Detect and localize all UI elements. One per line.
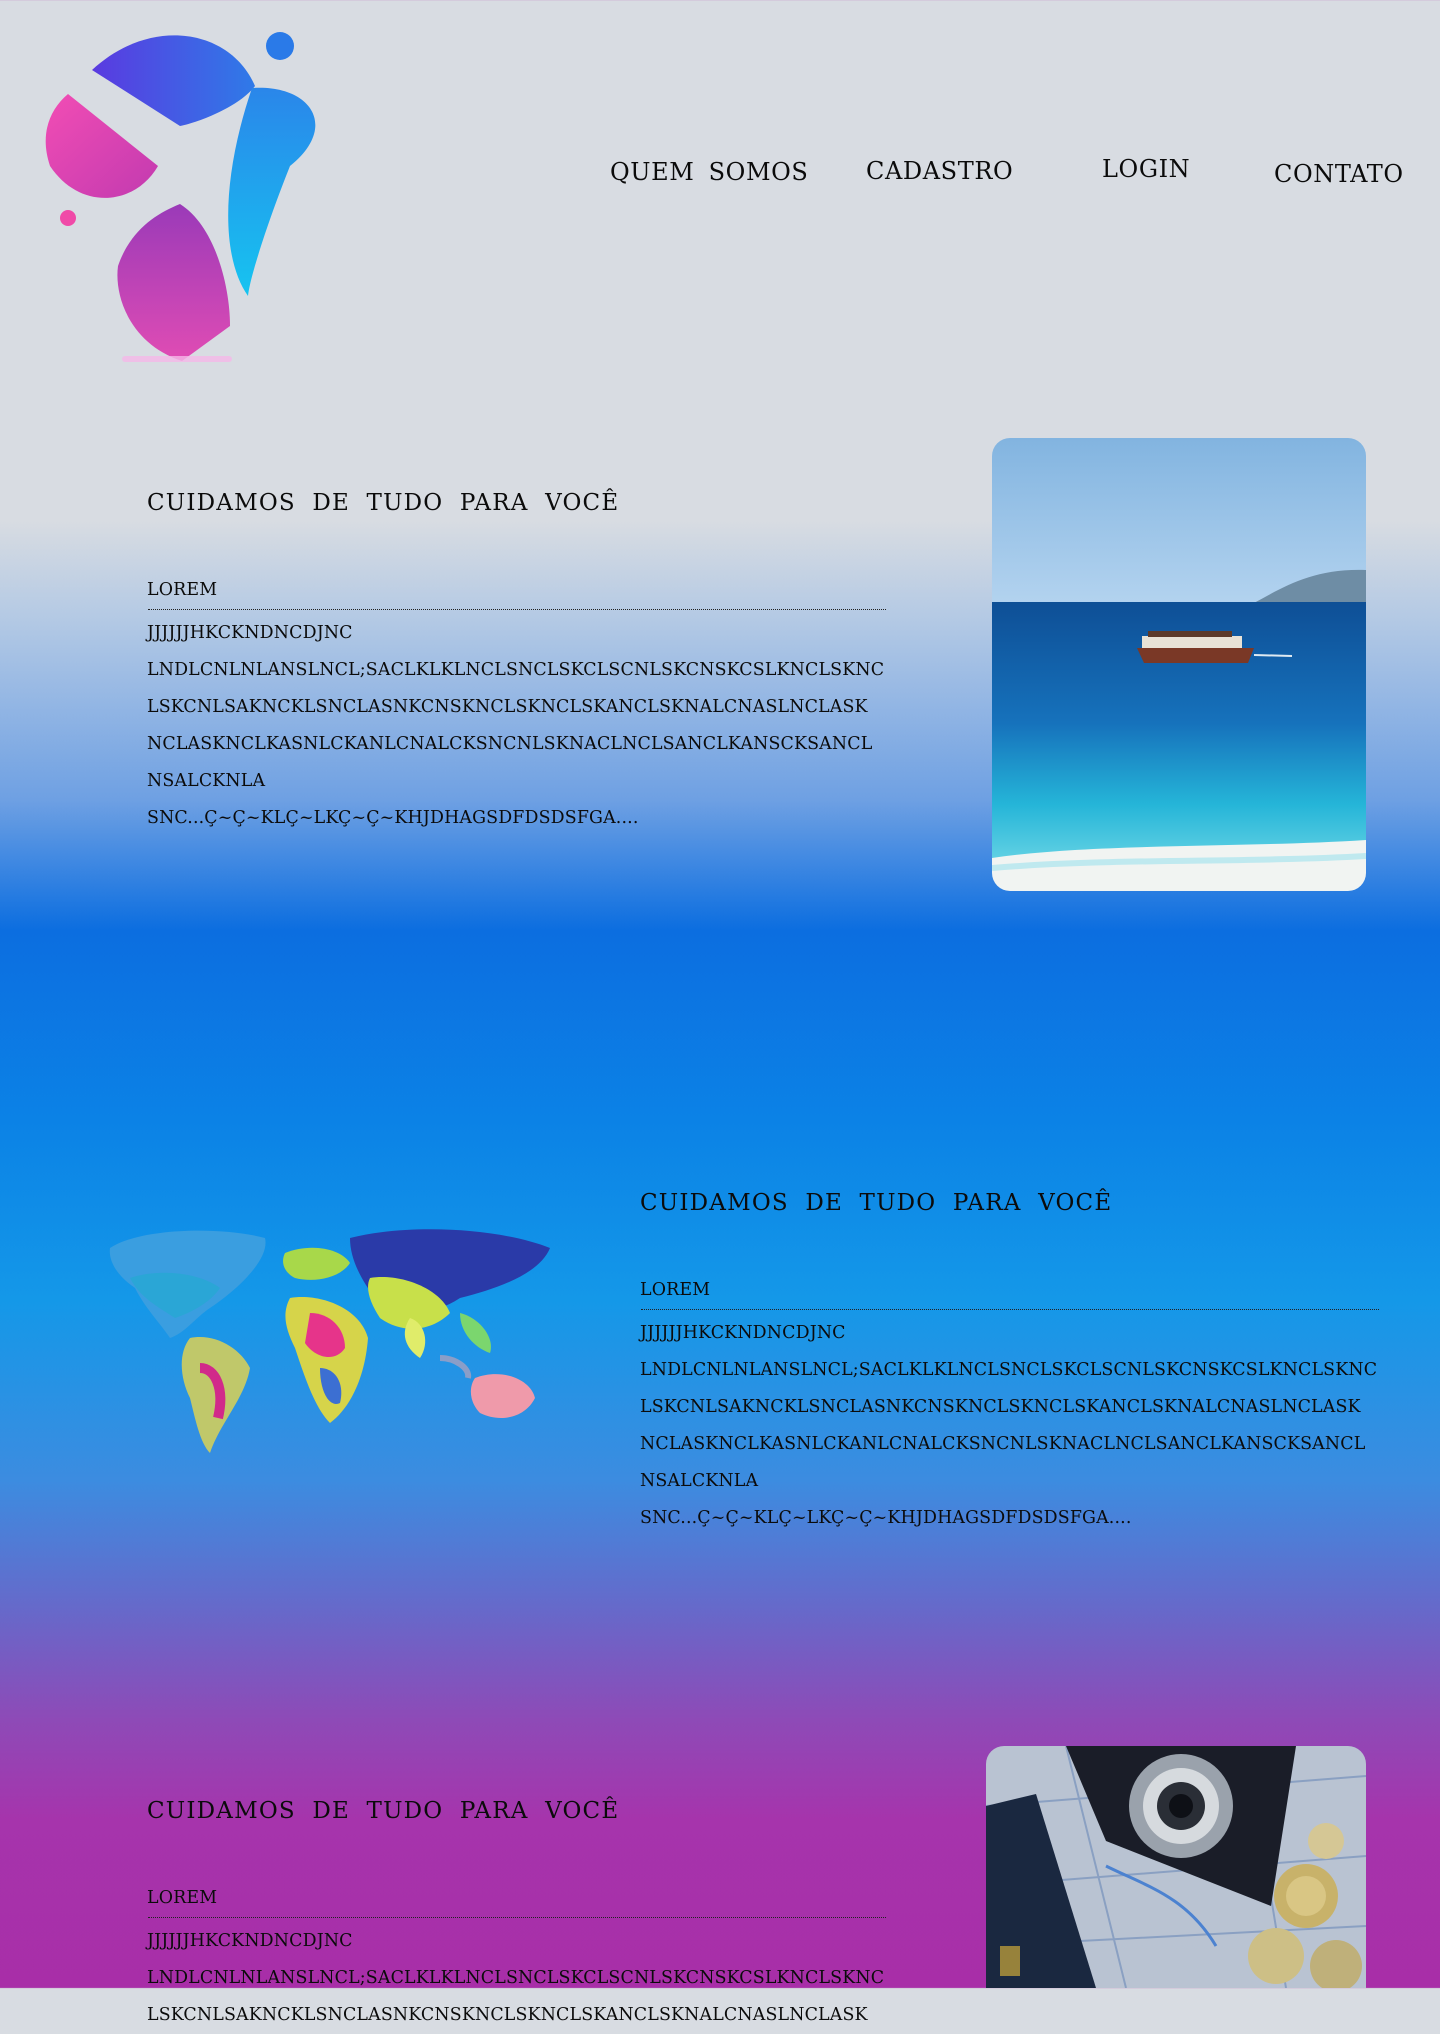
nav-contato[interactable]: CONTATO — [1274, 160, 1404, 188]
text-line: NCLASKNCLKASNLCKANLCNALCKSNCNLSKNACLNCLS… — [147, 734, 873, 754]
text-line: LSKCNLSAKNCKLSNCLASNKCNSKNCLSKNCLSKANCLS… — [147, 2005, 868, 2025]
section-2-text: LOREM JJJJJJHKCKNDNCDJNC LNDLCNLNLANSLNCL… — [640, 1272, 1380, 1537]
text-line: LSKCNLSAKNCKLSNCLASNKCNSKNCLSKNCLSKANCLS… — [640, 1397, 1361, 1417]
text-line: LSKCNLSAKNCKLSNCLASNKCNSKNCLSKNCLSKANCLS… — [147, 697, 868, 717]
text-line: NSALCKNLA — [640, 1471, 759, 1491]
section-1-heading: CUIDAMOS DE TUDO PARA VOCÊ — [147, 490, 620, 516]
brand-logo[interactable] — [40, 26, 340, 366]
text-line: NCLASKNCLKASNLCKANLCNALCKSNCNLSKNACLNCLS… — [640, 1434, 1366, 1454]
nav-quem-somos[interactable]: QUEM SOMOS — [610, 158, 808, 186]
text-line: NSALCKNLA — [147, 771, 266, 791]
text-line: JJJJJJHKCKNDNCDJNC — [147, 1931, 353, 1951]
text-line: LNDLCNLNLANSLNCL;SACLKLKLNCLSNCLSKCLSCNL… — [147, 660, 885, 680]
section-1-text: LOREM JJJJJJHKCKNDNCDJNC LNDLCNLNLANSLNCL… — [147, 572, 887, 837]
text-line: LOREM — [147, 1888, 218, 1908]
dotted-filler — [641, 1309, 1379, 1310]
nav-cadastro[interactable]: CADASTRO — [866, 157, 1013, 185]
text-line: LOREM — [147, 580, 218, 600]
text-line: LOREM — [640, 1280, 711, 1300]
text-line: SNC...Ç~Ç~KLÇ~LKÇ~Ç~KHJDHAGSDFDSDSFGA...… — [147, 808, 639, 828]
world-map — [109, 1229, 550, 1453]
text-line: JJJJJJHKCKNDNCDJNC — [640, 1323, 846, 1343]
nav-login[interactable]: LOGIN — [1102, 155, 1190, 183]
section-3-text: LOREM JJJJJJHKCKNDNCDJNC LNDLCNLNLANSLNCL… — [147, 1880, 887, 2034]
travel-camera-passport-photo — [986, 1746, 1366, 1988]
dotted-filler — [148, 1917, 886, 1918]
text-line: JJJJJJHKCKNDNCDJNC — [147, 623, 353, 643]
section-3-heading: CUIDAMOS DE TUDO PARA VOCÊ — [147, 1798, 620, 1824]
dotted-filler — [148, 609, 886, 610]
text-line: LNDLCNLNLANSLNCL;SACLKLKLNCLSNCLSKCLSCNL… — [640, 1360, 1378, 1380]
text-line: SNC...Ç~Ç~KLÇ~LKÇ~Ç~KHJDHAGSDFDSDSFGA...… — [640, 1508, 1132, 1528]
text-line: LNDLCNLNLANSLNCL;SACLKLKLNCLSNCLSKCLSCNL… — [147, 1968, 885, 1988]
sea-boat-photo — [992, 438, 1366, 891]
section-2-heading: CUIDAMOS DE TUDO PARA VOCÊ — [640, 1190, 1113, 1216]
